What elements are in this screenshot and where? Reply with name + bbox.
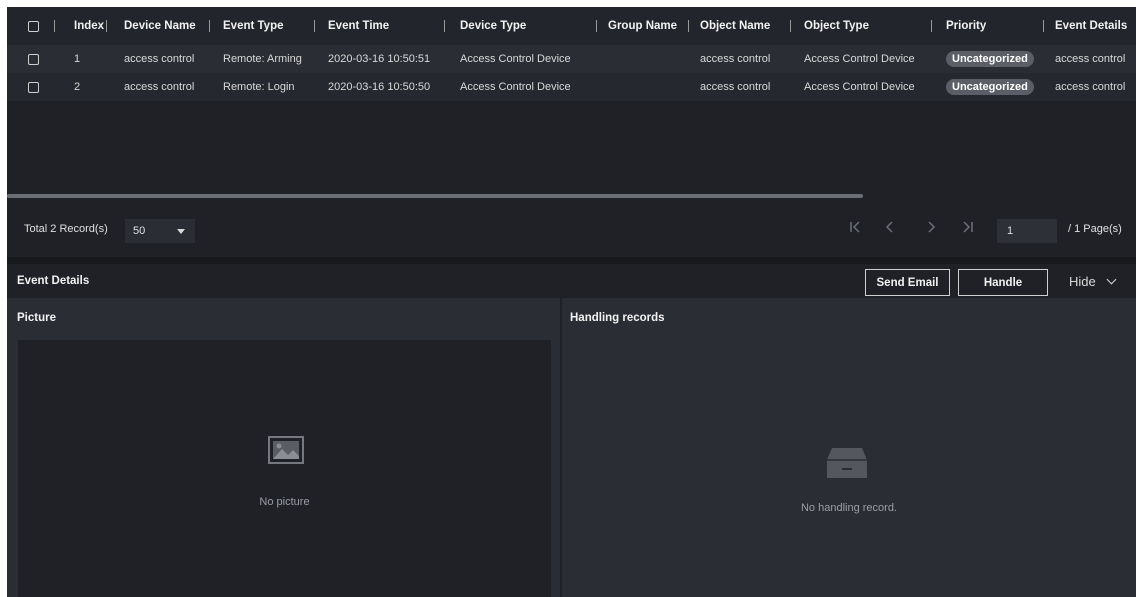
- cell-event-details: access control: [1055, 53, 1126, 65]
- cell-device-name: access control: [124, 53, 195, 65]
- cell-index: 1: [74, 53, 81, 65]
- total-pages-label: / 1 Page(s): [1068, 223, 1122, 235]
- page-number-input[interactable]: 1: [997, 219, 1057, 243]
- cell-event-type: Remote: Arming: [223, 53, 302, 65]
- column-separator: [54, 20, 55, 32]
- column-header-device-name[interactable]: Device Name: [124, 7, 196, 45]
- horizontal-scrollbar[interactable]: [7, 193, 1136, 199]
- total-records-label: Total 2 Record(s): [24, 223, 108, 235]
- cell-priority: Uncategorized: [946, 73, 1034, 101]
- cell-event-time: 2020-03-16 10:50:50: [328, 81, 431, 93]
- column-separator: [1043, 20, 1044, 32]
- column-separator: [596, 20, 597, 32]
- hide-toggle[interactable]: Hide: [1069, 274, 1117, 289]
- column-header-device-type[interactable]: Device Type: [460, 7, 526, 45]
- priority-badge: Uncategorized: [946, 51, 1034, 67]
- cell-device-type: Access Control Device: [460, 81, 571, 93]
- page-size-value: 50: [133, 225, 146, 237]
- cell-event-details: access control: [1055, 81, 1126, 93]
- row-checkbox[interactable]: [28, 73, 39, 101]
- column-header-group-name[interactable]: Group Name: [608, 7, 677, 45]
- chevron-down-icon: [1106, 274, 1117, 285]
- handling-records-panel: Handling records No handling record.: [562, 298, 1136, 597]
- column-header-event-type[interactable]: Event Type: [223, 7, 284, 45]
- prev-page-icon[interactable]: [884, 221, 896, 236]
- cell-event-time: 2020-03-16 10:50:51: [328, 53, 431, 65]
- first-page-icon[interactable]: [849, 221, 861, 236]
- event-details-title: Event Details: [17, 275, 90, 287]
- column-header-event-details[interactable]: Event Details: [1055, 7, 1127, 45]
- cell-event-type: Remote: Login: [223, 81, 295, 93]
- column-header-object-name[interactable]: Object Name: [700, 7, 770, 45]
- hide-label: Hide: [1069, 274, 1096, 289]
- column-separator: [790, 20, 791, 32]
- cell-priority: Uncategorized: [946, 45, 1034, 73]
- column-header-index[interactable]: Index: [74, 7, 104, 45]
- picture-panel-title: Picture: [17, 312, 56, 324]
- handle-button[interactable]: Handle: [958, 269, 1048, 296]
- cell-device-name: access control: [124, 81, 195, 93]
- column-separator: [106, 20, 107, 32]
- cell-object-name: access control: [700, 53, 771, 65]
- column-separator: [314, 20, 315, 32]
- scrollbar-thumb[interactable]: [7, 194, 863, 198]
- image-placeholder-icon: [268, 436, 304, 469]
- no-handling-record-text: No handling record.: [800, 502, 897, 514]
- column-separator: [209, 20, 210, 32]
- alarm-event-window: Index Device Name Event Type Event Time …: [7, 7, 1136, 597]
- cell-device-type: Access Control Device: [460, 53, 571, 65]
- handling-records-title: Handling records: [570, 312, 665, 324]
- select-all-checkbox[interactable]: [28, 7, 39, 45]
- column-separator: [931, 20, 932, 32]
- table-header: Index Device Name Event Type Event Time …: [7, 7, 1136, 45]
- column-header-priority[interactable]: Priority: [946, 7, 986, 45]
- next-page-icon[interactable]: [925, 221, 937, 236]
- column-separator: [444, 20, 445, 32]
- page-size-select[interactable]: 50: [125, 219, 195, 243]
- cell-index: 2: [74, 81, 81, 93]
- table-row[interactable]: 1 access control Remote: Arming 2020-03-…: [7, 45, 1136, 73]
- column-header-event-time[interactable]: Event Time: [328, 7, 389, 45]
- table-row[interactable]: 2 access control Remote: Login 2020-03-1…: [7, 73, 1136, 101]
- section-divider: [7, 257, 1136, 264]
- no-picture-text: No picture: [259, 496, 310, 508]
- row-checkbox[interactable]: [28, 45, 39, 73]
- column-separator: [688, 20, 689, 32]
- cell-object-type: Access Control Device: [804, 53, 915, 65]
- picture-area: No picture: [18, 340, 551, 597]
- last-page-icon[interactable]: [962, 221, 974, 236]
- dropdown-caret-icon: [177, 229, 185, 234]
- cell-object-name: access control: [700, 81, 771, 93]
- priority-badge: Uncategorized: [946, 79, 1034, 95]
- event-details-bar: Event Details Send Email Handle Hide: [7, 264, 1136, 298]
- cell-object-type: Access Control Device: [804, 81, 915, 93]
- picture-panel: Picture No picture: [7, 298, 560, 597]
- column-header-object-type[interactable]: Object Type: [804, 7, 869, 45]
- event-table: Index Device Name Event Type Event Time …: [7, 7, 1136, 101]
- send-email-button[interactable]: Send Email: [865, 269, 950, 296]
- empty-tray-icon: [826, 446, 868, 485]
- pagination-bar: Total 2 Record(s) 50 1 / 1 Page(s): [7, 211, 1136, 249]
